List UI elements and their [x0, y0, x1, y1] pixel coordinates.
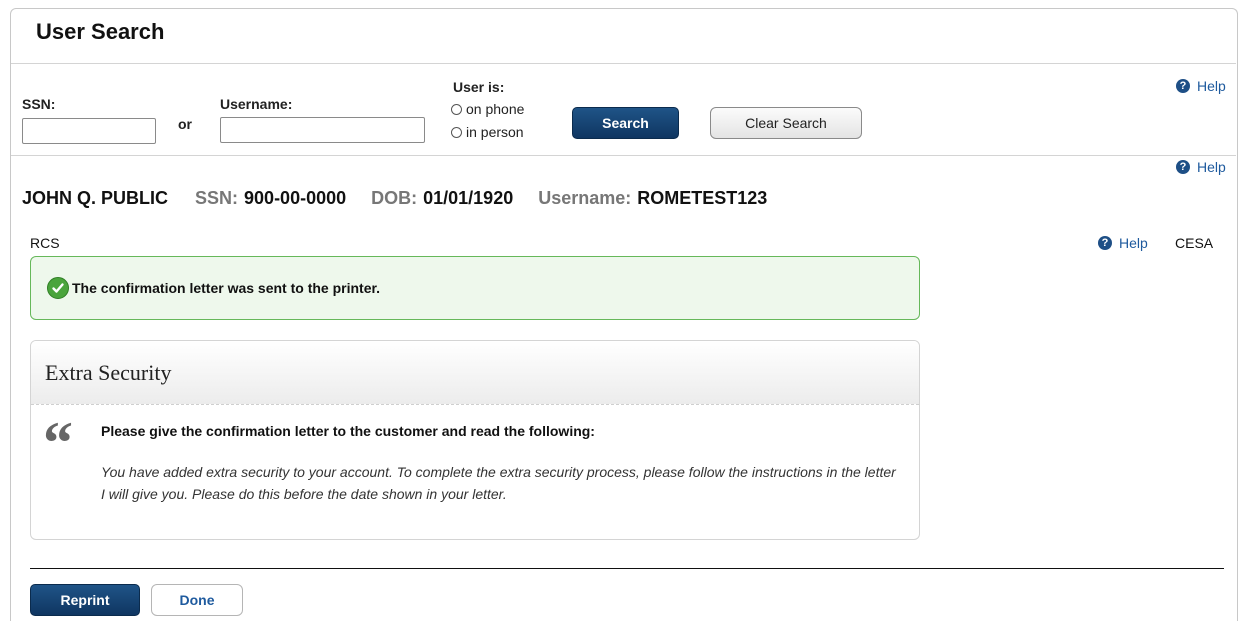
- question-circle-icon: ?: [1176, 79, 1190, 93]
- help-label: Help: [1119, 235, 1148, 251]
- alert-message: The confirmation letter was sent to the …: [72, 280, 381, 296]
- check-circle-icon: [47, 277, 69, 299]
- help-label: Help: [1197, 78, 1226, 94]
- dob-value: 01/01/1920: [423, 188, 514, 208]
- radio-button-icon[interactable]: [451, 103, 462, 115]
- done-button[interactable]: Done: [151, 584, 243, 616]
- username-value: ROMETEST123: [637, 188, 768, 208]
- divider: [11, 155, 1236, 156]
- radio-button-icon[interactable]: [451, 126, 462, 138]
- search-help-link[interactable]: ? Help: [1176, 78, 1226, 94]
- quote-icon: “: [43, 410, 73, 476]
- panel-lead-text: Please give the confirmation letter to t…: [101, 423, 595, 439]
- panel-title: Extra Security: [45, 359, 172, 385]
- page-title: User Search: [36, 19, 165, 44]
- extra-security-panel: Extra Security “ Please give the confirm…: [30, 340, 920, 540]
- ssn-label: SSN:: [22, 96, 56, 112]
- person-name: JOHN Q. PUBLIC: [22, 188, 169, 208]
- username-key: Username:: [538, 188, 632, 208]
- question-circle-icon: ?: [1176, 160, 1190, 174]
- help-label: Help: [1197, 159, 1226, 175]
- divider: [30, 568, 1224, 569]
- dob-key: DOB:: [371, 188, 418, 208]
- reprint-button[interactable]: Reprint: [30, 584, 140, 616]
- question-circle-icon: ?: [1098, 236, 1112, 250]
- clear-search-button[interactable]: Clear Search: [710, 107, 862, 139]
- or-label: or: [178, 116, 192, 132]
- user-is-label: User is:: [453, 79, 505, 95]
- panel-header: Extra Security: [31, 341, 919, 405]
- section-label-cesa: CESA: [1175, 235, 1214, 251]
- radio-on-phone[interactable]: on phone: [451, 101, 524, 117]
- success-alert: The confirmation letter was sent to the …: [30, 256, 920, 320]
- person-help-link[interactable]: ? Help: [1176, 159, 1226, 175]
- divider: [11, 63, 1236, 64]
- person-summary: JOHN Q. PUBLIC SSN: 900-00-0000 DOB: 01/…: [22, 188, 767, 209]
- section-help-link[interactable]: ? Help: [1098, 235, 1148, 251]
- ssn-input[interactable]: [22, 118, 156, 144]
- radio-on-phone-label: on phone: [466, 101, 525, 117]
- search-button[interactable]: Search: [572, 107, 679, 139]
- ssn-value: 900-00-0000: [244, 188, 347, 208]
- username-input[interactable]: [220, 117, 425, 143]
- radio-in-person[interactable]: in person: [451, 124, 524, 140]
- username-label: Username:: [220, 96, 293, 112]
- panel-script-text: You have added extra security to your ac…: [101, 464, 896, 502]
- section-label-rcs: RCS: [30, 235, 60, 251]
- ssn-key: SSN:: [195, 188, 239, 208]
- radio-in-person-label: in person: [466, 124, 524, 140]
